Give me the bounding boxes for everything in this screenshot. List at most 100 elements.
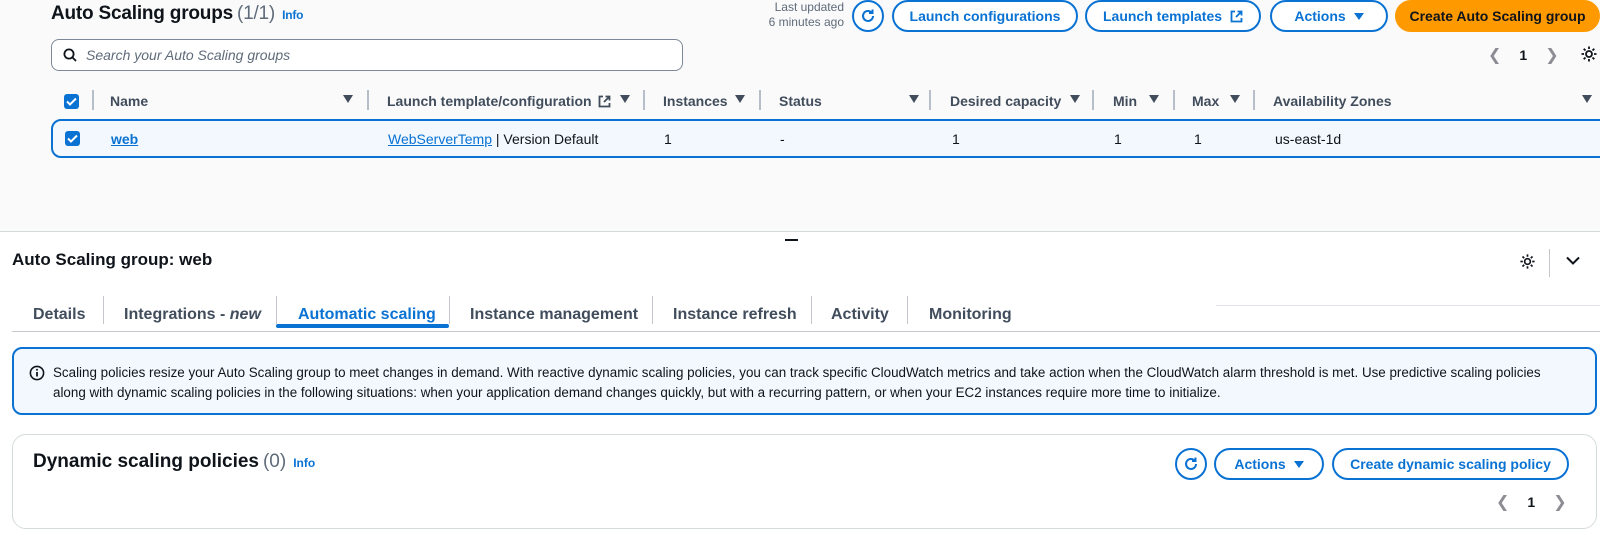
column-label: Status	[779, 93, 822, 109]
sort-icon[interactable]	[1230, 86, 1242, 116]
policies-actions-label: Actions	[1234, 456, 1286, 472]
detail-settings-button[interactable]	[1519, 253, 1536, 270]
column-header-instances[interactable]: Instances	[663, 86, 728, 116]
launch-template-version: | Version Default	[492, 130, 599, 147]
page-title: Auto Scaling groups (1/1) Info	[51, 3, 303, 25]
sort-icon[interactable]	[620, 86, 632, 116]
detail-title: Auto Scaling group: web	[12, 250, 213, 269]
column-header-name[interactable]: Name	[110, 86, 148, 116]
tab-integrations[interactable]: Integrations - new	[124, 295, 261, 335]
launch-templates-button[interactable]: Launch templates	[1085, 0, 1261, 32]
search-input[interactable]	[86, 47, 646, 63]
checkbox-checked-icon	[65, 131, 80, 146]
tab-details[interactable]: Details	[33, 295, 85, 335]
tab-divider	[907, 296, 908, 324]
column-divider	[759, 90, 761, 110]
min-value: 1	[1114, 130, 1122, 147]
sort-icon[interactable]	[1582, 86, 1594, 116]
status-value: -	[780, 130, 785, 147]
tab-divider	[103, 296, 104, 324]
tab-monitoring[interactable]: Monitoring	[929, 295, 1012, 335]
policies-actions-button[interactable]: Actions	[1214, 448, 1324, 480]
create-asg-button[interactable]: Create Auto Scaling group	[1395, 0, 1600, 32]
page-title-count: (1/1)	[236, 3, 276, 24]
create-dynamic-scaling-policy-button[interactable]: Create dynamic scaling policy	[1332, 448, 1569, 480]
pane-resize-handle[interactable]	[785, 239, 798, 241]
prev-page-icon[interactable]: ❮	[1488, 45, 1501, 65]
sort-icon[interactable]	[909, 86, 921, 116]
launch-templates-label: Launch templates	[1102, 8, 1223, 24]
column-header-min[interactable]: Min	[1113, 86, 1137, 116]
alert-text: Scaling policies resize your Auto Scalin…	[53, 365, 1541, 400]
active-tab-indicator	[276, 324, 449, 328]
sort-icon[interactable]	[343, 86, 355, 116]
current-page[interactable]: 1	[1527, 494, 1535, 510]
sort-icon[interactable]	[1070, 86, 1082, 116]
column-header-status[interactable]: Status	[779, 86, 822, 116]
actions-label: Actions	[1294, 8, 1346, 24]
collapse-panel-button[interactable]	[1566, 256, 1580, 265]
next-page-icon[interactable]: ❯	[1545, 45, 1558, 65]
tab-label: Instance refresh	[673, 306, 797, 323]
launch-configurations-button[interactable]: Launch configurations	[892, 0, 1078, 32]
refresh-button[interactable]	[852, 0, 884, 32]
dynamic-scaling-policies-panel: Dynamic scaling policies (0) Info Actions …	[12, 434, 1597, 529]
actions-button[interactable]: Actions	[1270, 0, 1388, 32]
sort-icon[interactable]	[735, 86, 747, 116]
divider	[1549, 249, 1550, 277]
info-alert: Scaling policies resize your Auto Scalin…	[12, 347, 1597, 415]
column-label: Availability Zones	[1273, 93, 1392, 109]
tab-label: Monitoring	[929, 306, 1012, 323]
sort-icon[interactable]	[1149, 86, 1161, 116]
create-policy-label: Create dynamic scaling policy	[1350, 456, 1551, 472]
column-divider	[367, 90, 369, 110]
refresh-icon	[1185, 457, 1197, 470]
tab-new-badge: new	[229, 306, 261, 323]
column-header-max[interactable]: Max	[1192, 86, 1219, 116]
gear-icon	[1581, 46, 1597, 62]
column-divider	[929, 90, 931, 110]
chevron-down-icon	[1566, 256, 1580, 265]
column-header-launch-template[interactable]: Launch template/configuration	[387, 86, 611, 116]
availability-zone-value: us-east-1d	[1275, 130, 1342, 147]
search-field[interactable]	[51, 39, 683, 71]
gear-icon	[1520, 254, 1535, 269]
column-header-availability-zones[interactable]: Availability Zones	[1273, 86, 1392, 116]
page-title-text: Auto Scaling groups	[51, 3, 233, 24]
launch-template-link[interactable]: WebServerTemp	[388, 131, 492, 147]
current-page[interactable]: 1	[1519, 47, 1527, 63]
tab-instance-refresh[interactable]: Instance refresh	[673, 295, 797, 335]
info-link[interactable]: Info	[293, 456, 315, 470]
policies-pagination: ❮ 1 ❯	[1496, 492, 1567, 512]
caret-down-icon	[1353, 12, 1364, 20]
column-divider	[1253, 90, 1255, 110]
launch-configurations-label: Launch configurations	[909, 8, 1061, 24]
max-value: 1	[1194, 130, 1202, 147]
asg-name-link[interactable]: web	[111, 131, 138, 147]
table-header: Name Launch template/configuration Insta…	[51, 86, 1600, 116]
column-divider	[92, 90, 94, 110]
column-label: Desired capacity	[950, 93, 1062, 109]
tab-automatic-scaling[interactable]: Automatic scaling	[298, 295, 436, 335]
info-link[interactable]: Info	[282, 8, 303, 22]
row-checkbox[interactable]	[65, 121, 80, 156]
table-preferences-button[interactable]	[1580, 45, 1598, 63]
column-divider	[643, 90, 645, 110]
caret-down-icon	[1293, 460, 1304, 468]
pagination: ❮ 1 ❯	[1488, 45, 1559, 65]
refresh-policies-button[interactable]	[1175, 448, 1207, 480]
column-label: Max	[1192, 93, 1220, 109]
next-page-icon[interactable]: ❯	[1553, 492, 1566, 512]
table-row[interactable]: web WebServerTemp | Version Default 1 - …	[51, 119, 1600, 158]
prev-page-icon[interactable]: ❮	[1496, 492, 1509, 512]
tab-divider	[276, 296, 277, 324]
tab-activity[interactable]: Activity	[831, 295, 889, 335]
tab-divider	[652, 296, 653, 324]
tab-instance-management[interactable]: Instance management	[470, 295, 638, 335]
column-label: Min	[1113, 93, 1138, 109]
column-header-desired-capacity[interactable]: Desired capacity	[950, 86, 1061, 116]
column-divider	[1173, 90, 1175, 110]
select-all-checkbox[interactable]	[64, 86, 79, 116]
last-updated-label: Last updated	[774, 0, 844, 14]
last-updated-time: 6 minutes ago	[768, 15, 844, 29]
